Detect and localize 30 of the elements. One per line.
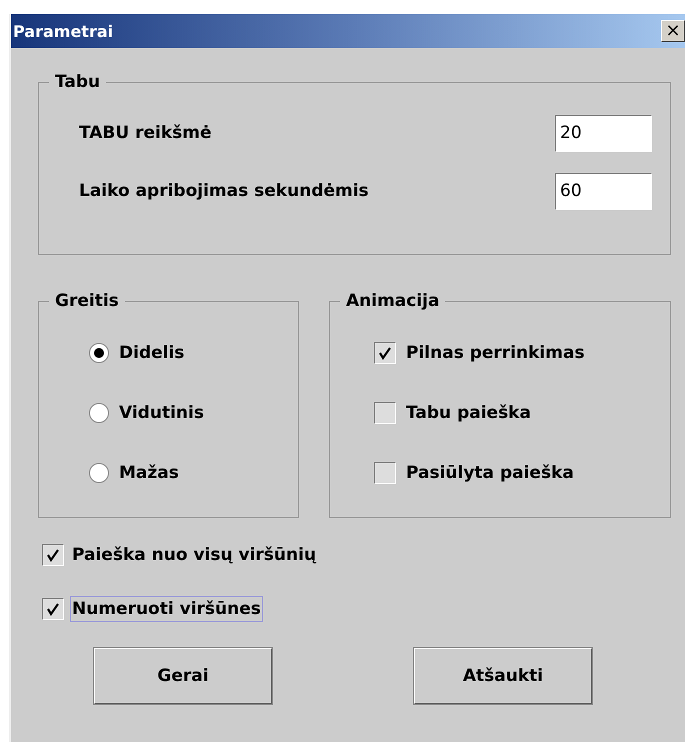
check-icon — [46, 548, 60, 562]
dialog-button[interactable]: Atšaukti — [414, 648, 592, 704]
option-label: Didelis — [118, 342, 186, 365]
checkbox[interactable] — [42, 598, 64, 620]
group-title: Greitis — [54, 291, 120, 311]
checkbox[interactable] — [374, 342, 396, 364]
option-label: Pilnas perrinkimas — [405, 342, 586, 365]
check-icon — [46, 602, 60, 616]
option-label: Tabu paieška — [405, 402, 532, 425]
close-button[interactable]: × — [661, 20, 685, 42]
input-field[interactable]: 20 — [555, 114, 652, 152]
option-label: Pasiūlyta paieška — [405, 462, 575, 485]
field-label: Laiko apribojimas sekundėmis — [79, 181, 369, 201]
option-label: Paieška nuo visų viršūnių — [71, 544, 318, 567]
group-title: Animacija — [345, 291, 440, 311]
option-label: Vidutinis — [118, 402, 205, 425]
radio-button[interactable] — [89, 463, 109, 483]
option-label: Mažas — [118, 462, 180, 485]
input-field[interactable]: 60 — [555, 172, 652, 210]
option-label: Numeruoti viršūnes — [70, 596, 263, 622]
dialog-button[interactable]: Gerai — [94, 648, 272, 704]
group-title: Tabu — [54, 72, 102, 92]
checkbox[interactable] — [374, 462, 396, 484]
field-label: TABU reikšmė — [79, 123, 212, 143]
window-title: Parametrai — [13, 22, 114, 40]
radio-button[interactable] — [89, 343, 109, 363]
radio-button[interactable] — [89, 403, 109, 423]
checkbox[interactable] — [42, 544, 64, 566]
check-icon — [378, 346, 392, 360]
checkbox[interactable] — [374, 402, 396, 424]
